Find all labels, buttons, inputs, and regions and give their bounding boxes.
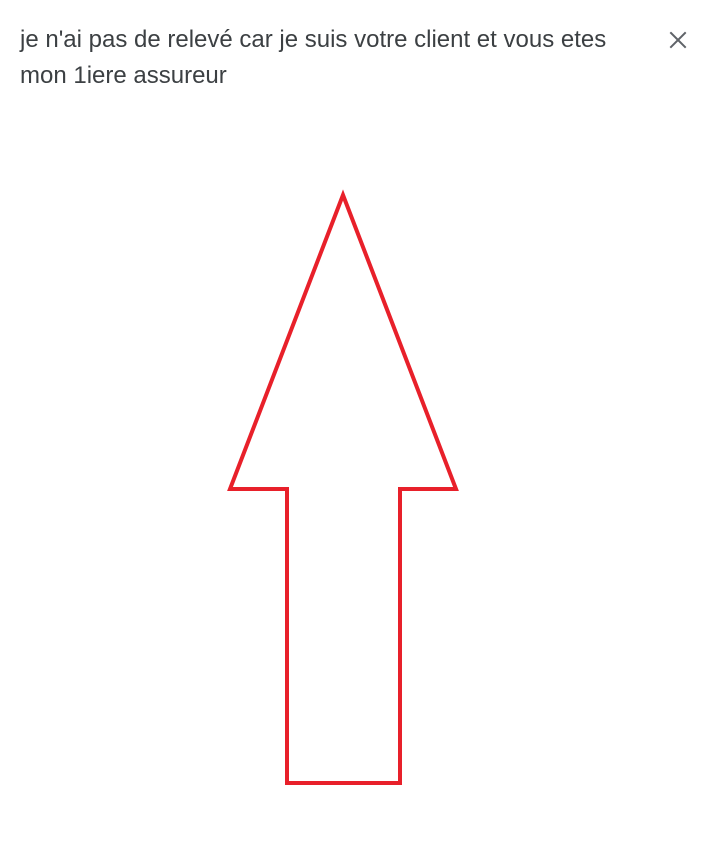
up-arrow-outline xyxy=(227,189,459,785)
close-icon xyxy=(669,31,687,49)
close-button[interactable] xyxy=(664,26,692,54)
message-text: je n'ai pas de relevé car je suis votre … xyxy=(20,26,607,89)
up-arrow-drawing xyxy=(227,189,459,785)
